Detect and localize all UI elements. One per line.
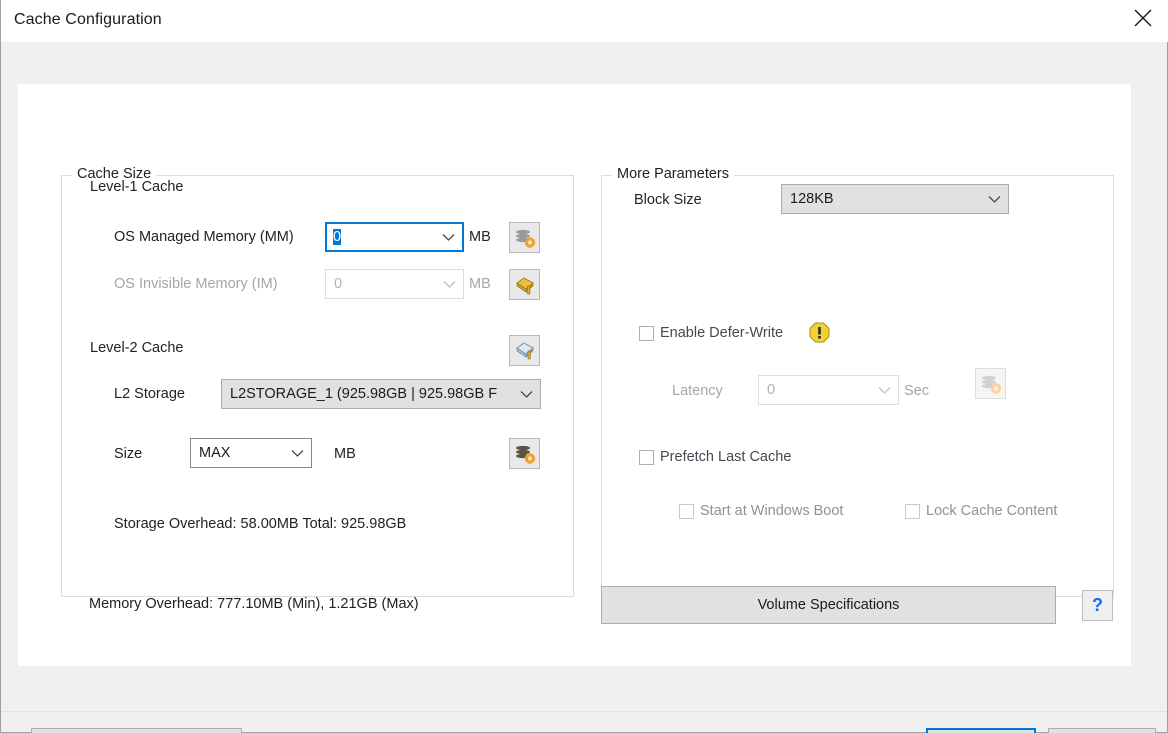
prefetch-last-cache-checkbox[interactable]: Prefetch Last Cache (639, 449, 791, 465)
prefetch-last-cache-label: Prefetch Last Cache (660, 449, 791, 465)
enable-defer-write-label: Enable Defer-Write (660, 325, 783, 341)
help-button[interactable]: ? (1082, 590, 1113, 621)
dialog-client-area: Cache Size Level-1 Cache OS Managed Memo… (1, 42, 1167, 732)
block-size-label: Block Size (634, 192, 702, 208)
memory-chip-wrench-icon[interactable] (509, 269, 540, 300)
checkbox-box[interactable] (639, 450, 654, 465)
start-at-windows-boot-label: Start at Windows Boot (700, 503, 843, 519)
window-title: Cache Configuration (14, 11, 162, 29)
l2-storage-label: L2 Storage (114, 386, 185, 402)
disk-stack-gear-icon[interactable] (509, 222, 540, 253)
l2-size-unit: MB (334, 446, 356, 462)
os-invisible-memory-unit: MB (469, 276, 491, 292)
chevron-down-icon[interactable] (435, 280, 463, 289)
chevron-down-icon[interactable] (870, 386, 898, 395)
more-parameters-legend: More Parameters (612, 166, 734, 182)
os-managed-memory-combo[interactable]: 0 (325, 222, 464, 252)
disk-stack-gear-icon[interactable] (975, 368, 1006, 399)
ok-button[interactable]: OK (926, 728, 1036, 733)
chevron-down-icon[interactable] (512, 390, 540, 399)
l2-size-combo[interactable]: MAX (190, 438, 312, 468)
os-managed-memory-label: OS Managed Memory (MM) (114, 229, 294, 245)
latency-combo[interactable]: 0 (758, 375, 899, 405)
preset-configurations-button[interactable]: Preset Configurations (31, 728, 242, 733)
block-size-value: 128KB (782, 191, 980, 207)
warning-octagon-icon (809, 322, 830, 348)
lock-cache-content-label: Lock Cache Content (926, 503, 1057, 519)
checkbox-box[interactable] (905, 504, 920, 519)
checkbox-box[interactable] (679, 504, 694, 519)
cancel-button[interactable]: Cancel (1048, 728, 1156, 733)
disk-stack-gear-dark-icon[interactable] (509, 438, 540, 469)
lock-cache-content-checkbox[interactable]: Lock Cache Content (905, 503, 1057, 519)
latency-unit: Sec (904, 383, 929, 399)
chevron-down-icon[interactable] (434, 233, 462, 242)
l2-size-label: Size (114, 446, 142, 462)
latency-value: 0 (759, 382, 870, 398)
os-managed-memory-value: 0 (333, 229, 341, 245)
volume-specifications-button[interactable]: Volume Specifications (601, 586, 1056, 624)
l2-storage-value: L2STORAGE_1 (925.98GB | 925.98GB F (222, 386, 512, 402)
start-at-windows-boot-checkbox[interactable]: Start at Windows Boot (679, 503, 843, 519)
disk-tool-icon[interactable] (509, 335, 540, 366)
memory-overhead-text: Memory Overhead: 777.10MB (Min), 1.21GB … (89, 596, 419, 612)
os-managed-memory-value-wrap: 0 (327, 229, 434, 245)
latency-label: Latency (672, 383, 723, 399)
storage-overhead-text: Storage Overhead: 58.00MB Total: 925.98G… (114, 516, 406, 532)
os-managed-memory-unit: MB (469, 229, 491, 245)
os-invisible-memory-value: 0 (326, 276, 435, 292)
chevron-down-icon[interactable] (980, 195, 1008, 204)
checkbox-box[interactable] (639, 326, 654, 341)
l2-size-value: MAX (191, 445, 283, 461)
level1-cache-heading: Level-1 Cache (90, 179, 184, 195)
os-invisible-memory-label: OS Invisible Memory (IM) (114, 276, 278, 292)
l2-storage-combo[interactable]: L2STORAGE_1 (925.98GB | 925.98GB F (221, 379, 541, 409)
chevron-down-icon[interactable] (283, 449, 311, 458)
content-panel: Cache Size Level-1 Cache OS Managed Memo… (18, 84, 1131, 666)
cache-configuration-dialog: Cache Configuration Cache Size Level-1 C… (0, 0, 1168, 733)
level2-cache-heading: Level-2 Cache (90, 340, 184, 356)
close-icon[interactable] (1117, 0, 1168, 36)
title-bar: Cache Configuration (1, 0, 1168, 42)
enable-defer-write-checkbox[interactable]: Enable Defer-Write (639, 325, 783, 341)
footer-divider (1, 711, 1167, 712)
block-size-combo[interactable]: 128KB (781, 184, 1009, 214)
os-invisible-memory-combo[interactable]: 0 (325, 269, 464, 299)
